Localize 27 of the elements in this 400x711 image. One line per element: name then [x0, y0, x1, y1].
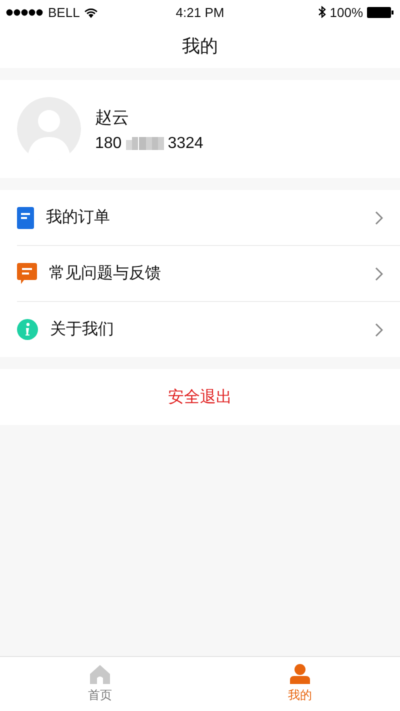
battery-icon: [367, 6, 394, 18]
chevron-right-icon: [375, 322, 383, 336]
phone-suffix: 3324: [168, 134, 204, 152]
info-icon: [17, 319, 38, 340]
chevron-right-icon: [375, 210, 383, 224]
page-title: 我的: [182, 35, 218, 58]
document-icon: [17, 206, 34, 228]
signal-icon: [6, 8, 44, 16]
profile-card[interactable]: 赵云 180 3324: [0, 80, 400, 178]
menu-item[interactable]: 关于我们: [17, 302, 400, 357]
menu-label: 关于我们: [50, 319, 115, 340]
battery-percent: 100%: [330, 4, 363, 20]
menu-item[interactable]: 我的订单: [17, 190, 400, 246]
chat-bubble-icon: [17, 263, 37, 284]
phone-prefix: 180: [95, 134, 122, 152]
status-time: 4:21 PM: [176, 4, 224, 20]
home-icon: [90, 664, 110, 684]
person-icon: [290, 664, 310, 684]
chevron-right-icon: [375, 266, 383, 280]
menu-label: 常见问题与反馈: [49, 263, 162, 284]
tab-item[interactable]: 首页: [0, 657, 200, 711]
carrier-name: BELL: [48, 4, 80, 20]
menu-item[interactable]: 常见问题与反馈: [17, 246, 400, 302]
wifi-icon: [84, 6, 98, 18]
menu-label: 我的订单: [46, 207, 111, 228]
bluetooth-icon: [318, 6, 326, 18]
user-name: 赵云: [95, 106, 130, 128]
